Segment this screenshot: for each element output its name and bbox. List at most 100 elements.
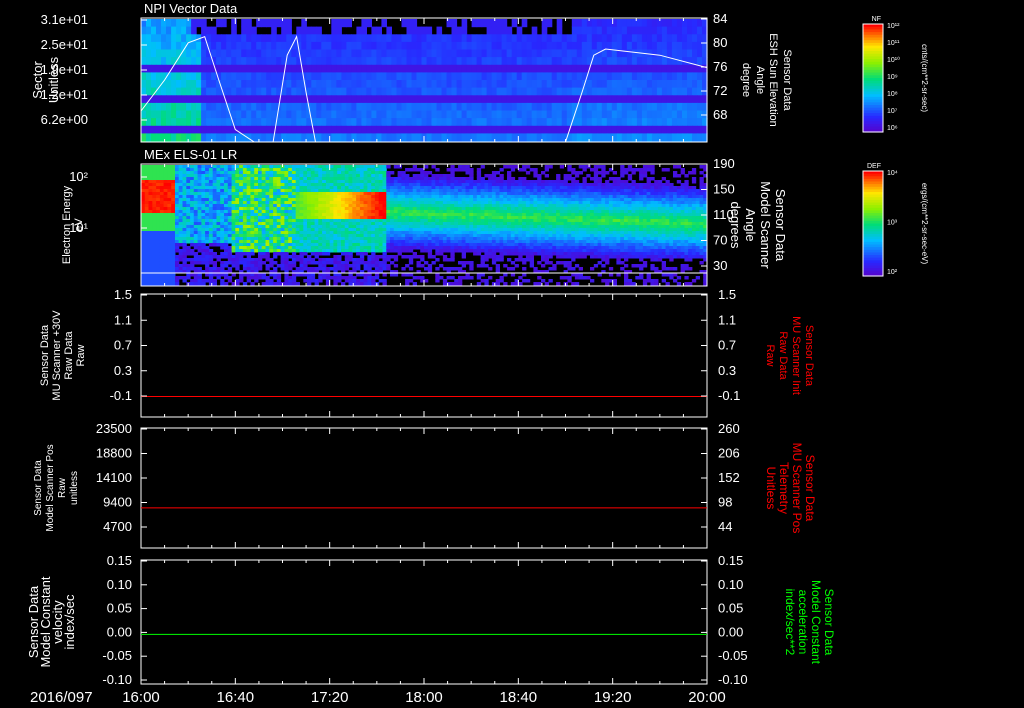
npi-cell	[371, 87, 377, 96]
npi-cell	[286, 72, 292, 81]
els-cell	[469, 213, 474, 217]
els-cell	[412, 192, 417, 196]
els-cell	[408, 228, 414, 232]
els-cell	[458, 216, 463, 220]
els-cell	[337, 228, 342, 232]
els-cell	[454, 213, 459, 217]
els-cell	[374, 174, 380, 178]
els-cell	[374, 258, 380, 262]
els-cell	[258, 171, 263, 175]
els-cell	[303, 186, 308, 190]
els-cell	[359, 240, 365, 244]
npi-cell	[226, 95, 232, 104]
npi-cell	[176, 110, 182, 119]
els-cell	[344, 198, 350, 202]
els-cell	[322, 222, 327, 226]
els-cell	[144, 201, 150, 205]
els-cell	[175, 231, 180, 235]
els-cell	[276, 198, 282, 202]
els-cell	[239, 201, 244, 205]
els-cell	[435, 237, 440, 241]
npi-cell	[551, 118, 558, 127]
els-cell	[269, 186, 274, 190]
npi-cell	[566, 34, 573, 43]
els-cell	[374, 237, 380, 241]
panel-title-npi: NPI Vector Data	[144, 1, 238, 16]
els-cell	[431, 189, 436, 193]
npi-cell	[296, 87, 302, 96]
npi-cell	[471, 64, 478, 73]
npi-cell	[411, 34, 418, 43]
els-cell	[276, 273, 282, 277]
els-cell	[227, 228, 233, 232]
els-cell	[280, 225, 285, 229]
els-cell	[273, 174, 278, 178]
npi-cell	[541, 19, 548, 28]
els-cell	[435, 210, 440, 214]
els-cell	[288, 243, 293, 247]
els-cell	[242, 192, 248, 196]
els-cell	[397, 234, 402, 238]
els-cell	[435, 183, 440, 187]
npi-cell	[176, 95, 182, 104]
els-cell	[280, 219, 285, 223]
npi-cell	[471, 72, 478, 81]
npi-cell	[687, 26, 693, 35]
els-cell	[182, 210, 187, 214]
els-cell	[141, 222, 146, 226]
els-cell	[242, 261, 248, 265]
els-cell	[144, 189, 150, 193]
npi-cell	[541, 72, 548, 81]
els-cell	[352, 171, 357, 175]
els-cell	[329, 165, 334, 169]
els-cell	[408, 183, 414, 187]
npi-cell	[451, 110, 458, 119]
els-cell	[182, 261, 187, 265]
els-cell	[291, 234, 297, 238]
els-cell	[193, 174, 199, 178]
els-cell	[318, 195, 323, 199]
els-cell	[235, 279, 240, 283]
els-cell	[412, 237, 417, 241]
els-cell	[205, 219, 210, 223]
els-cell	[284, 186, 289, 190]
els-cell	[344, 231, 350, 235]
els-cell	[435, 213, 440, 217]
els-cell	[175, 228, 180, 232]
els-cell	[171, 177, 176, 181]
els-cell	[141, 201, 146, 205]
els-cell	[374, 243, 380, 247]
els-cell	[250, 189, 255, 193]
els-cell	[273, 180, 278, 184]
els-cell	[224, 210, 229, 214]
els-cell	[393, 189, 399, 193]
els-cell	[446, 177, 451, 181]
npi-cell	[201, 125, 207, 134]
els-cell	[371, 261, 376, 265]
els-cell	[303, 273, 308, 277]
els-cell	[152, 195, 157, 199]
els-cell	[322, 225, 327, 229]
els-cell	[265, 246, 270, 250]
els-cell	[386, 246, 391, 250]
els-cell	[450, 201, 455, 205]
els-cell	[333, 171, 338, 175]
els-cell	[424, 213, 429, 217]
npi-cell	[516, 102, 523, 112]
els-cell	[382, 225, 387, 229]
els-cell	[258, 264, 263, 268]
els-cell	[382, 243, 387, 247]
npi-cell	[301, 34, 307, 43]
els-cell	[473, 234, 478, 238]
els-cell	[227, 276, 233, 280]
npi-cell	[171, 110, 177, 119]
npi-cell	[381, 19, 387, 28]
npi-cell	[616, 87, 623, 96]
els-cell	[393, 249, 399, 253]
els-cell	[469, 243, 474, 247]
els-cell	[461, 219, 466, 223]
npi-cell	[236, 133, 242, 142]
npi-cell	[241, 102, 247, 112]
els-cell	[450, 243, 455, 247]
npi-cell	[676, 102, 683, 112]
